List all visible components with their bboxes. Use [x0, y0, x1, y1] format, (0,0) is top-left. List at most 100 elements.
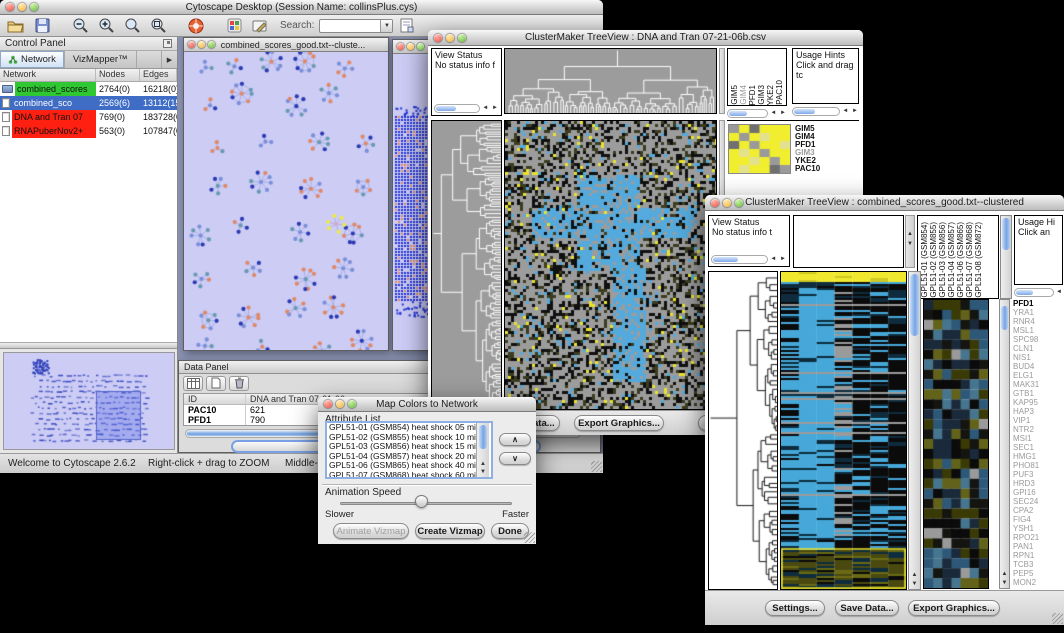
tv1-left-dendrogram-canvas[interactable]: [432, 121, 501, 409]
zoom-button[interactable]: [348, 400, 356, 408]
gene-label[interactable]: FIG4: [1013, 515, 1063, 524]
minimize-button[interactable]: [336, 400, 344, 408]
gene-label[interactable]: PUF3: [1013, 470, 1063, 479]
column-labels-vscrollbar[interactable]: [1000, 215, 1012, 299]
gene-label[interactable]: MON2: [1013, 578, 1063, 587]
gene-label[interactable]: CPA2: [1013, 506, 1063, 515]
tv2-left-dendrogram-canvas[interactable]: [709, 272, 777, 589]
usage-hints-scrollbar[interactable]: ◄ ►: [792, 106, 859, 116]
gene-label[interactable]: PHO81: [1013, 461, 1063, 470]
create-vizmap-button[interactable]: Create Vizmap: [415, 523, 485, 539]
close-button[interactable]: [324, 400, 332, 408]
gene-label[interactable]: TCB3: [1013, 560, 1063, 569]
column-edges[interactable]: Edges: [140, 69, 177, 81]
tv1-top-dendrogram-canvas[interactable]: [505, 49, 716, 113]
delete-attribute-icon[interactable]: [229, 376, 249, 391]
close-button[interactable]: [434, 34, 442, 42]
resize-grip[interactable]: [1052, 613, 1063, 624]
network-table-row[interactable]: RNAPuberNov2+563(0)107847(0): [0, 124, 177, 138]
treeview2-titlebar[interactable]: ClusterMaker TreeView : combined_scores_…: [705, 195, 1064, 211]
resize-grip[interactable]: [591, 461, 602, 472]
gene-label[interactable]: RNR4: [1013, 317, 1063, 326]
zoom-vscrollbar[interactable]: ▲▼: [999, 299, 1010, 589]
zoom-in-icon[interactable]: [94, 16, 118, 35]
export-graphics-button[interactable]: Export Graphics...: [908, 600, 1000, 616]
network-overview-canvas[interactable]: [3, 352, 175, 450]
gene-label[interactable]: CLN1: [1013, 344, 1063, 353]
search-dropdown-icon[interactable]: ▼: [380, 20, 392, 32]
move-down-button[interactable]: ∨: [499, 452, 531, 465]
view-status-scrollbar[interactable]: ◄ ►: [434, 103, 499, 113]
attribute-list[interactable]: GPL51-01 (GSM854) heat shock 05 minGPL51…: [325, 421, 493, 479]
gene-label[interactable]: SEC24: [1013, 497, 1063, 506]
gene-label[interactable]: HMG1: [1013, 452, 1063, 461]
open-file-button[interactable]: [4, 16, 28, 35]
zoom-button[interactable]: [208, 41, 215, 48]
dialog-titlebar[interactable]: Map Colors to Network: [318, 397, 536, 412]
gene-label[interactable]: MSI1: [1013, 434, 1063, 443]
column-network[interactable]: Network: [0, 69, 96, 81]
view-status-scrollbar[interactable]: ◄ ►: [711, 254, 787, 264]
zoom-button[interactable]: [417, 43, 424, 50]
select-attributes-icon[interactable]: [183, 376, 203, 391]
annotation-icon[interactable]: [248, 16, 272, 35]
slider-thumb[interactable]: [415, 495, 428, 508]
move-up-button[interactable]: ∧: [499, 433, 531, 446]
zoom-button[interactable]: [30, 3, 38, 11]
animate-vizmap-button[interactable]: Animate Vizmap: [333, 523, 409, 539]
settings-button[interactable]: Settings...: [765, 600, 825, 616]
tv1-mini-heatmap-canvas[interactable]: [728, 124, 791, 174]
close-button[interactable]: [397, 43, 404, 50]
export-graphics-button[interactable]: Export Graphics...: [574, 415, 664, 431]
gene-label[interactable]: ELG1: [1013, 371, 1063, 380]
gene-label[interactable]: GPI16: [1013, 488, 1063, 497]
row-labels[interactable]: GIM5GIM4PFD1GIM3YKE2PAC10: [795, 125, 820, 173]
gene-label[interactable]: SEC1: [1013, 443, 1063, 452]
minimize-button[interactable]: [723, 199, 731, 207]
network-table-row[interactable]: combined_scores2764(0)16218(0): [0, 82, 177, 96]
gene-label[interactable]: PFD1: [1013, 299, 1063, 308]
zoom-button[interactable]: [735, 199, 743, 207]
gene-label[interactable]: HRD3: [1013, 479, 1063, 488]
float-panel-icon[interactable]: [163, 39, 172, 48]
minimize-button[interactable]: [18, 3, 26, 11]
search-input[interactable]: ▼: [319, 19, 393, 33]
gene-label[interactable]: PAN1: [1013, 542, 1063, 551]
cytoscape-titlebar[interactable]: Cytoscape Desktop (Session Name: collins…: [0, 0, 603, 15]
zoom-fit-icon[interactable]: [120, 16, 144, 35]
gene-label[interactable]: PEP5: [1013, 569, 1063, 578]
network-canvas[interactable]: [184, 52, 388, 350]
tab-overflow-icon[interactable]: ▶: [161, 51, 177, 68]
mini-vscrollbar[interactable]: [719, 48, 725, 114]
column-labels-panel[interactable]: GIM5GIM4PFD1GIM3YKE2PAC10: [727, 48, 787, 106]
tab-network[interactable]: Network: [0, 51, 65, 68]
zoom-region-icon[interactable]: [146, 16, 170, 35]
gene-label[interactable]: NIS1: [1013, 353, 1063, 362]
gene-label[interactable]: YRA1: [1013, 308, 1063, 317]
column-labels-panel[interactable]: GPL51-01 (GSM854)GPL51-02 (GSM855)GPL51-…: [917, 215, 999, 299]
close-button[interactable]: [6, 3, 14, 11]
tv2-zoom-heatmap-canvas[interactable]: [924, 300, 988, 588]
zoom-button[interactable]: [458, 34, 466, 42]
heatmap-vscrollbar[interactable]: ▲▼: [908, 271, 921, 590]
column-nodes[interactable]: Nodes: [96, 69, 140, 81]
form-icon[interactable]: [395, 16, 419, 35]
attribute-list-item[interactable]: GPL51-07 (GSM868) heat shock 60 min: [327, 471, 491, 480]
tv2-heatmap-canvas[interactable]: [781, 272, 906, 589]
gene-label[interactable]: GTB1: [1013, 389, 1063, 398]
minimize-button[interactable]: [446, 34, 454, 42]
close-button[interactable]: [711, 199, 719, 207]
gene-labels-list[interactable]: PFD1YRA1RNR4MSL1SPC98CLN1NIS1BUD4ELG1MAK…: [1013, 299, 1063, 589]
gene-label[interactable]: VIP1: [1013, 416, 1063, 425]
treeview1-titlebar[interactable]: ClusterMaker TreeView : DNA and Tran 07-…: [428, 30, 863, 46]
gene-label[interactable]: KAP95: [1013, 398, 1063, 407]
vizmapper-icon[interactable]: [222, 16, 246, 35]
gene-label[interactable]: MAK31: [1013, 380, 1063, 389]
zoom-out-icon[interactable]: [68, 16, 92, 35]
gene-label[interactable]: MSL1: [1013, 326, 1063, 335]
help-ring-icon[interactable]: [184, 16, 208, 35]
gene-label[interactable]: HAP3: [1013, 407, 1063, 416]
gene-label[interactable]: RPN1: [1013, 551, 1063, 560]
attribute-list-scrollbar[interactable]: ▲▼: [476, 423, 489, 477]
tab-vizmapper[interactable]: VizMapper™: [65, 51, 137, 68]
